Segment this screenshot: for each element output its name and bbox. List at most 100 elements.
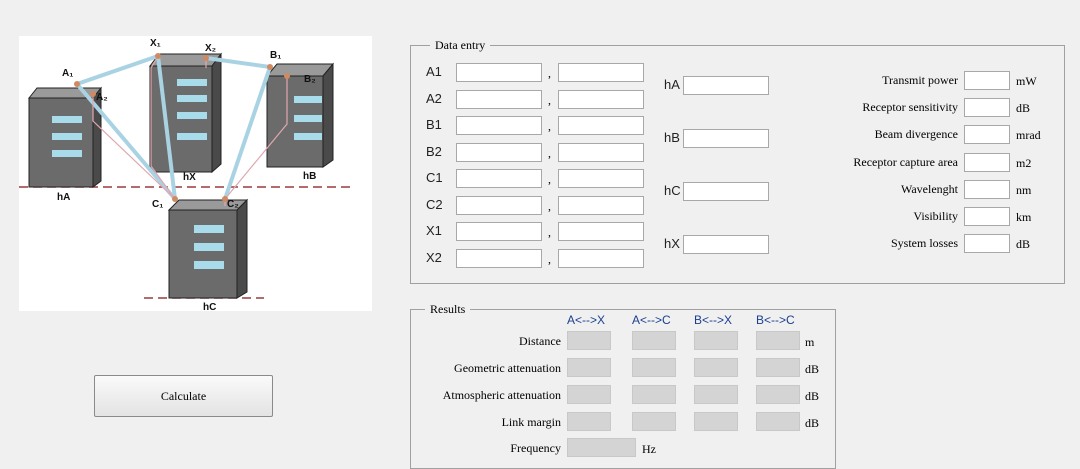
label-hx: hX xyxy=(183,172,196,183)
coord-separator: , xyxy=(548,66,551,80)
param-input[interactable] xyxy=(964,234,1010,253)
result-output xyxy=(694,358,738,377)
frequency-unit: Hz xyxy=(642,442,656,456)
label-c1: C₁ xyxy=(152,199,163,210)
results-column-header: A<-->C xyxy=(632,313,671,327)
results-column-header: A<-->X xyxy=(567,313,606,327)
height-input[interactable] xyxy=(683,76,769,95)
coord-x-input[interactable] xyxy=(456,116,542,135)
data-entry-panel: Data entry A1 , A2 , B1 , B2 , C1 , C2 ,… xyxy=(410,38,1065,284)
result-row-label: Atmospheric attenuation xyxy=(442,388,561,402)
param-input[interactable] xyxy=(964,153,1010,172)
height-label: hB xyxy=(664,130,680,145)
coord-y-input[interactable] xyxy=(558,196,644,215)
param-unit: m2 xyxy=(1016,156,1032,170)
coord-y-input[interactable] xyxy=(558,143,644,162)
result-output xyxy=(756,412,800,431)
coord-y-input[interactable] xyxy=(558,169,644,188)
coord-y-input[interactable] xyxy=(558,90,644,109)
result-unit: dB xyxy=(805,416,820,430)
result-output xyxy=(694,385,738,404)
coord-x-input[interactable] xyxy=(456,169,542,188)
result-output xyxy=(567,385,611,404)
coord-y-input[interactable] xyxy=(558,222,644,241)
label-x1: X₁ xyxy=(150,38,161,49)
coord-separator: , xyxy=(548,119,551,133)
result-output xyxy=(567,412,611,431)
height-input[interactable] xyxy=(683,182,769,201)
height-input[interactable] xyxy=(683,235,769,254)
frequency-label: Frequency xyxy=(510,441,561,455)
result-output xyxy=(567,331,611,350)
building-b xyxy=(265,62,335,168)
result-output xyxy=(567,358,611,377)
building-c xyxy=(167,198,249,299)
coord-label: A1 xyxy=(426,64,442,79)
param-input[interactable] xyxy=(964,71,1010,90)
coord-separator: , xyxy=(548,93,551,107)
label-a1: A₁ xyxy=(62,68,73,79)
coord-label: C2 xyxy=(426,197,443,212)
result-row-label: Link margin xyxy=(501,415,561,429)
coord-x-input[interactable] xyxy=(456,222,542,241)
coord-x-input[interactable] xyxy=(456,90,542,109)
coord-x-input[interactable] xyxy=(456,63,542,82)
result-output xyxy=(632,412,676,431)
coord-x-input[interactable] xyxy=(456,196,542,215)
data-entry-title: Data entry xyxy=(430,38,491,52)
frequency-output xyxy=(567,438,636,457)
label-hb: hB xyxy=(303,171,316,182)
result-unit: m xyxy=(805,335,815,349)
label-ha: hA xyxy=(57,192,70,203)
building-a xyxy=(27,86,103,188)
label-b2: B₂ xyxy=(304,74,316,85)
param-label: Wavelenght xyxy=(900,182,958,196)
param-unit: mrad xyxy=(1016,128,1041,142)
param-unit: nm xyxy=(1016,183,1032,197)
coord-x-input[interactable] xyxy=(456,143,542,162)
result-unit: dB xyxy=(805,389,820,403)
result-output xyxy=(756,385,800,404)
param-input[interactable] xyxy=(964,180,1010,199)
height-label: hA xyxy=(664,77,680,92)
results-column-header: B<-->C xyxy=(756,313,795,327)
coord-x-input[interactable] xyxy=(456,249,542,268)
height-label: hX xyxy=(664,236,680,251)
coord-y-input[interactable] xyxy=(558,116,644,135)
coord-separator: , xyxy=(548,199,551,213)
result-output xyxy=(632,358,676,377)
label-hc: hC xyxy=(203,302,216,311)
label-x2: X₂ xyxy=(205,43,216,54)
result-row-label: Distance xyxy=(519,334,561,348)
coord-separator: , xyxy=(548,225,551,239)
label-a2: A₂ xyxy=(96,92,108,103)
param-unit: mW xyxy=(1016,74,1037,88)
result-unit: dB xyxy=(805,362,820,376)
param-label: System losses xyxy=(890,236,958,250)
result-output xyxy=(694,412,738,431)
height-input[interactable] xyxy=(683,129,769,148)
link-diagram: A₁ A₂ X₁ X₂ B₁ B₂ C₁ C₂ hA hX hB hC xyxy=(19,36,372,311)
param-label: Receptor sensitivity xyxy=(862,100,958,114)
results-panel: Results A<-->X A<-->C B<-->X B<-->C Distance… xyxy=(410,302,836,469)
param-unit: dB xyxy=(1016,237,1031,251)
result-output xyxy=(632,385,676,404)
calculate-button[interactable]: Calculate xyxy=(94,375,273,417)
label-c2: C₂ xyxy=(227,199,239,210)
result-output xyxy=(694,331,738,350)
height-label: hC xyxy=(664,183,681,198)
param-unit: km xyxy=(1016,210,1032,224)
param-label: Beam divergence xyxy=(874,127,958,141)
param-input[interactable] xyxy=(964,98,1010,117)
coord-label: B1 xyxy=(426,117,442,132)
coord-y-input[interactable] xyxy=(558,63,644,82)
result-output xyxy=(756,358,800,377)
param-label: Visibility xyxy=(913,209,958,223)
coord-label: X2 xyxy=(426,250,442,265)
result-row-label: Geometric attenuation xyxy=(454,361,561,375)
coord-label: A2 xyxy=(426,91,442,106)
coord-separator: , xyxy=(548,172,551,186)
coord-y-input[interactable] xyxy=(558,249,644,268)
param-input[interactable] xyxy=(964,207,1010,226)
param-input[interactable] xyxy=(964,125,1010,144)
